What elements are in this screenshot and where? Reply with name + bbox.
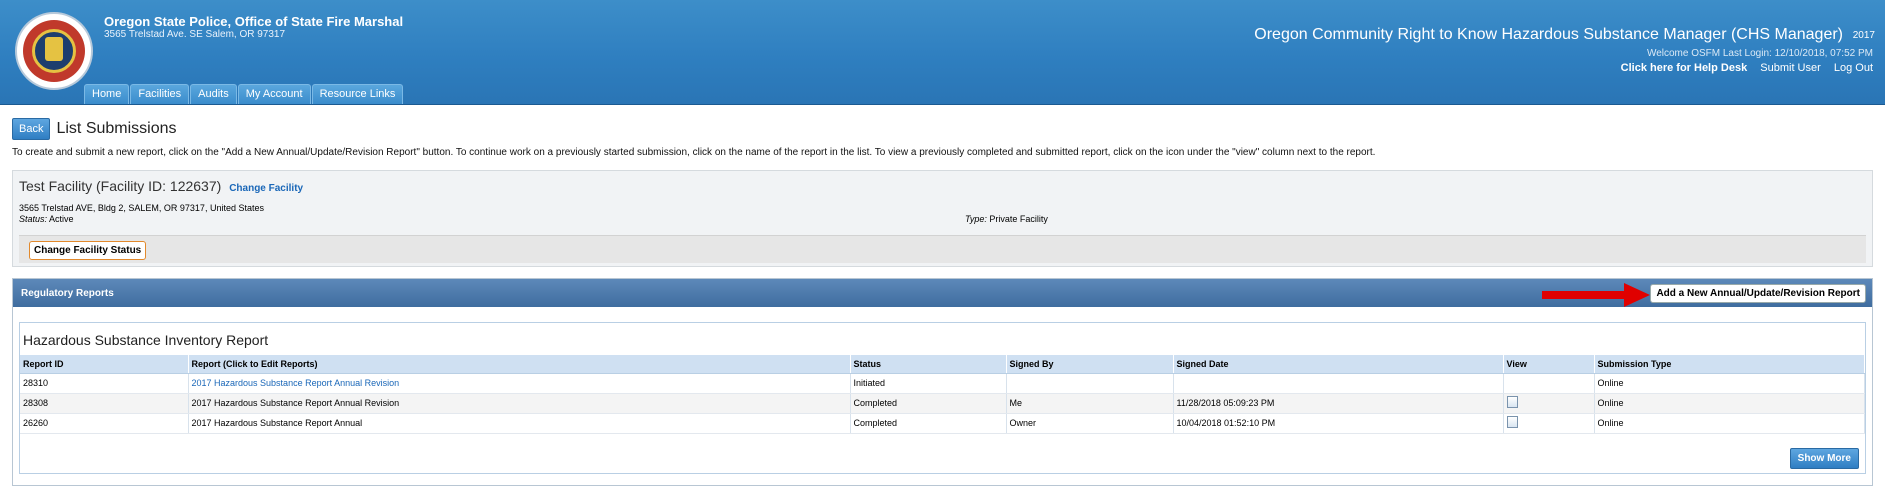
status-label: Status: xyxy=(19,214,48,224)
app-year: 2017 xyxy=(1852,30,1875,41)
cell-report: 2017 Hazardous Substance Report Annual R… xyxy=(188,393,851,414)
tab-home[interactable]: Home xyxy=(84,84,130,104)
facility-name: Test Facility (Facility ID: 122637) xyxy=(19,178,222,194)
cell-signed-by xyxy=(1006,373,1174,394)
table-row: 26260 2017 Hazardous Substance Report An… xyxy=(20,413,1865,434)
col-view: View xyxy=(1503,355,1595,374)
reports-section-title: Regulatory Reports xyxy=(21,288,114,299)
cell-signed-date: 10/04/2018 01:52:10 PM xyxy=(1173,413,1504,434)
type-label: Type: xyxy=(965,214,987,224)
cell-submission-type: Online xyxy=(1594,393,1865,414)
change-facility-status-button[interactable]: Change Facility Status xyxy=(29,241,147,260)
regulatory-reports-panel: Regulatory Reports Add a New Annual/Upda… xyxy=(12,278,1873,486)
page-title: List Submissions xyxy=(56,120,177,137)
cell-signed-by: Owner xyxy=(1006,413,1174,434)
cell-view xyxy=(1503,373,1595,394)
cell-signed-date: 11/28/2018 05:09:23 PM xyxy=(1173,393,1504,414)
cell-status: Initiated xyxy=(850,373,1007,394)
help-desk-link[interactable]: Click here for Help Desk xyxy=(1621,62,1748,74)
cell-view xyxy=(1503,393,1595,414)
table-header-row: Report ID Report (Click to Edit Reports)… xyxy=(20,355,1865,374)
cell-report: 2017 Hazardous Substance Report Annual xyxy=(188,413,851,434)
cell-report-id: 28308 xyxy=(20,393,189,414)
type-value: Private Facility xyxy=(989,214,1048,224)
status-value: Active xyxy=(49,214,74,224)
inventory-report-box: Hazardous Substance Inventory Report Rep… xyxy=(19,322,1866,474)
header-links: Click here for Help Desk Submit User Log… xyxy=(1611,62,1873,74)
facility-action-bar: Change Facility Status xyxy=(19,235,1866,263)
cell-report-id: 26260 xyxy=(20,413,189,434)
cell-submission-type: Online xyxy=(1594,373,1865,394)
cell-report-id: 28310 xyxy=(20,373,189,394)
cell-signed-date xyxy=(1173,373,1504,394)
col-report[interactable]: Report (Click to Edit Reports) xyxy=(188,355,851,374)
reports-header-bar: Regulatory Reports Add a New Annual/Upda… xyxy=(13,279,1872,307)
cell-submission-type: Online xyxy=(1594,413,1865,434)
red-arrow-annotation-icon xyxy=(1542,283,1650,307)
document-icon[interactable] xyxy=(1506,396,1518,408)
welcome-text: Welcome OSFM Last Login: 12/10/2018, 07:… xyxy=(1646,48,1873,59)
facility-address: 3565 Trelstad AVE, Bldg 2, SALEM, OR 973… xyxy=(19,203,264,213)
col-signed-date[interactable]: Signed Date xyxy=(1173,355,1504,374)
main-nav: Home Facilities Audits My Account Resour… xyxy=(84,84,404,104)
cell-status: Completed xyxy=(850,393,1007,414)
cell-view xyxy=(1503,413,1595,434)
inventory-title: Hazardous Substance Inventory Report xyxy=(23,332,269,348)
report-link[interactable]: 2017 Hazardous Substance Report Annual R… xyxy=(192,378,400,388)
col-submission-type[interactable]: Submission Type xyxy=(1594,355,1865,374)
submissions-table: Report ID Report (Click to Edit Reports)… xyxy=(20,355,1865,434)
cell-report: 2017 Hazardous Substance Report Annual R… xyxy=(188,373,851,394)
document-icon[interactable] xyxy=(1506,416,1518,428)
table-row: 28310 2017 Hazardous Substance Report An… xyxy=(20,373,1865,394)
log-out-link[interactable]: Log Out xyxy=(1834,62,1873,74)
tab-facilities[interactable]: Facilities xyxy=(130,84,190,104)
title-row: Back List Submissions xyxy=(12,118,177,140)
instructions-text: To create and submit a new report, click… xyxy=(12,147,1376,158)
facility-type: Type: Private Facility xyxy=(965,214,1048,224)
col-status[interactable]: Status xyxy=(850,355,1007,374)
tab-audits[interactable]: Audits xyxy=(190,84,237,104)
back-button[interactable]: Back xyxy=(12,118,51,140)
table-row: 28308 2017 Hazardous Substance Report An… xyxy=(20,393,1865,414)
tab-resource-links[interactable]: Resource Links xyxy=(311,84,404,104)
app-header: Oregon State Police, Office of State Fir… xyxy=(0,0,1885,105)
app-title: Oregon Community Right to Know Hazardous… xyxy=(1254,26,1843,43)
cell-signed-by: Me xyxy=(1006,393,1174,414)
facility-panel: Test Facility (Facility ID: 122637) Chan… xyxy=(12,170,1873,267)
change-facility-link[interactable]: Change Facility xyxy=(229,183,303,194)
col-report-id[interactable]: Report ID xyxy=(20,355,189,374)
tab-my-account[interactable]: My Account xyxy=(237,84,311,104)
fire-marshal-seal-icon xyxy=(15,12,93,90)
facility-name-row: Test Facility (Facility ID: 122637) Chan… xyxy=(19,178,303,194)
agency-title: Oregon State Police, Office of State Fir… xyxy=(104,14,404,29)
show-more-button[interactable]: Show More xyxy=(1789,448,1859,469)
col-signed-by[interactable]: Signed By xyxy=(1006,355,1174,374)
submit-user-link[interactable]: Submit User xyxy=(1760,62,1821,74)
agency-address: 3565 Trelstad Ave. SE Salem, OR 97317 xyxy=(104,29,286,40)
facility-status: Status: Active xyxy=(19,214,74,224)
cell-status: Completed xyxy=(850,413,1007,434)
add-new-report-button[interactable]: Add a New Annual/Update/Revision Report xyxy=(1650,284,1866,303)
